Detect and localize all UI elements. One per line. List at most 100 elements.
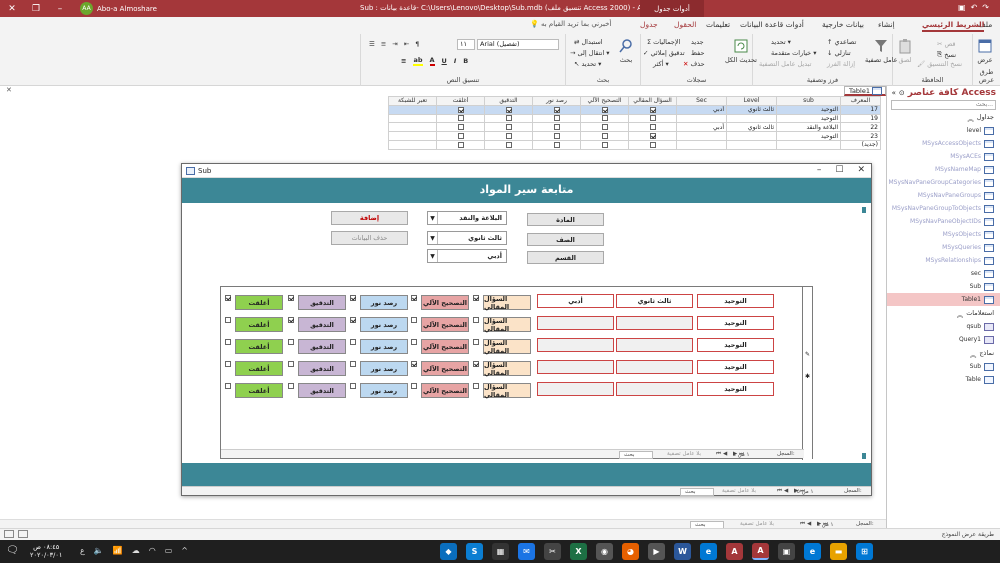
subform-autocorrect-button[interactable]: التصحيح الآلي bbox=[421, 317, 469, 332]
delete-record-button[interactable]: ✕ حذف bbox=[683, 60, 705, 68]
checkbox[interactable] bbox=[649, 106, 656, 113]
table-row[interactable]: (جديد) bbox=[388, 139, 881, 150]
minimize-form-icon[interactable]: – bbox=[817, 165, 822, 175]
find-button[interactable]: بحث bbox=[618, 38, 634, 64]
file-explorer-icon[interactable]: ▬ bbox=[830, 543, 847, 560]
cell-sub[interactable] bbox=[776, 139, 841, 150]
subform-audit-checkbox[interactable] bbox=[288, 361, 294, 367]
cell-level[interactable] bbox=[726, 113, 777, 124]
subform-essay-checkbox[interactable] bbox=[473, 317, 479, 323]
col-noor[interactable]: رصد نور bbox=[532, 96, 581, 106]
more-button[interactable]: أكثر ▾ bbox=[653, 60, 669, 68]
subform-level-field[interactable] bbox=[616, 360, 693, 374]
nav-item[interactable]: Query1 bbox=[887, 333, 1000, 346]
descending-button[interactable]: ↓ تنازلي bbox=[827, 49, 851, 57]
subform-essay-button[interactable]: السؤال المقالي bbox=[483, 339, 531, 355]
nav-item[interactable]: Sub bbox=[887, 360, 1000, 373]
layout-view-icon[interactable] bbox=[18, 530, 28, 538]
checkbox[interactable] bbox=[601, 124, 608, 131]
checkbox[interactable] bbox=[457, 106, 464, 113]
outdent-icon[interactable]: ⇤ bbox=[404, 40, 409, 48]
skype-icon[interactable]: S bbox=[466, 543, 483, 560]
table-row[interactable]: 19 التوحيد bbox=[388, 113, 881, 124]
quick-access-toolbar[interactable]: ▣↶↷ bbox=[958, 3, 994, 12]
nav-item[interactable]: Table1 bbox=[887, 293, 1000, 306]
col-audit[interactable]: التدقيق bbox=[484, 96, 533, 106]
cell-id[interactable]: 22 bbox=[840, 122, 881, 133]
cell-sec[interactable] bbox=[676, 113, 727, 124]
tab-create[interactable]: إنشاء bbox=[878, 20, 895, 29]
subform-autocorrect-button[interactable]: التصحيح الآلي bbox=[421, 295, 469, 310]
subform-essay-checkbox[interactable] bbox=[473, 383, 479, 389]
subform-audit-checkbox[interactable] bbox=[288, 295, 294, 301]
section-combo[interactable]: ▼ أدبي bbox=[427, 249, 507, 263]
form-filter-indicator[interactable]: بلا عامل تصفية bbox=[722, 488, 756, 494]
checkbox[interactable] bbox=[505, 115, 512, 122]
cell-level[interactable]: ثالث ثانوي bbox=[726, 104, 777, 115]
new-record-button[interactable]: جديد bbox=[691, 38, 704, 46]
user-account[interactable]: AA Abo-a Almoshare bbox=[80, 2, 157, 15]
subform-noor-button[interactable]: رصد نور bbox=[360, 361, 408, 376]
edge-icon[interactable]: e bbox=[700, 543, 717, 560]
font-size-select[interactable]: ١١ bbox=[457, 39, 475, 50]
italic-icon[interactable]: I bbox=[454, 57, 456, 65]
subform-sec-field[interactable] bbox=[537, 316, 614, 330]
checkbox[interactable] bbox=[601, 115, 608, 122]
col-id[interactable]: المعرف bbox=[840, 96, 881, 106]
nav-item[interactable]: level bbox=[887, 124, 1000, 137]
cell-level[interactable]: ثالث ثانوي bbox=[726, 122, 777, 133]
toggle-filter-button[interactable]: تبديل عامل التصفية bbox=[759, 60, 811, 68]
cell-level[interactable] bbox=[726, 131, 777, 141]
rtl-icon[interactable]: ¶ bbox=[415, 40, 419, 48]
subform-audit-checkbox[interactable] bbox=[288, 383, 294, 389]
subform-essay-checkbox[interactable] bbox=[473, 361, 479, 367]
numbering-icon[interactable]: ≡ bbox=[381, 40, 386, 48]
subform-sec-field[interactable]: أدبي bbox=[537, 294, 614, 308]
nav-item[interactable]: MSysNavPaneGroups bbox=[887, 189, 1000, 202]
show-hidden-icons[interactable]: ^ bbox=[181, 546, 188, 555]
chevron-down-icon[interactable]: ⊙ bbox=[899, 89, 905, 97]
record-nav-buttons[interactable]: ⏮◀ ١ من ٤ ▶⏭ bbox=[800, 521, 832, 528]
subject-combo[interactable]: ▼ البلاغة والنقد bbox=[427, 211, 507, 225]
ie-icon[interactable]: e bbox=[804, 543, 821, 560]
checkbox[interactable] bbox=[553, 141, 560, 148]
subform-level-field[interactable] bbox=[616, 382, 693, 396]
subform-essay-button[interactable]: السؤال المقالي bbox=[483, 317, 531, 333]
close-document-icon[interactable]: ✕ bbox=[6, 86, 12, 94]
access-active-icon[interactable]: A bbox=[752, 543, 769, 560]
save-record-button[interactable]: حفظ bbox=[691, 49, 704, 57]
checkbox[interactable] bbox=[505, 133, 512, 140]
collapse-pane-icon[interactable]: « bbox=[892, 89, 896, 97]
table-row[interactable]: 22 البلاغة والنقد ثالث ثانوي أدبي bbox=[388, 122, 881, 133]
nav-item[interactable]: sec bbox=[887, 267, 1000, 280]
subform-audit-button[interactable]: التدقيق bbox=[298, 295, 346, 310]
tab-home[interactable]: الشريط الرئيسي bbox=[922, 20, 985, 32]
checkbox[interactable] bbox=[601, 141, 608, 148]
highlight-icon[interactable]: ab bbox=[413, 56, 423, 66]
subform-essay-button[interactable]: السؤال المقالي bbox=[483, 295, 531, 311]
delete-data-button[interactable]: حذف البيانات bbox=[331, 231, 408, 245]
chevron-down-icon[interactable]: ▼ bbox=[428, 212, 438, 224]
subform-closed-button[interactable]: أغلقت bbox=[235, 339, 283, 354]
remove-sort-button[interactable]: إزالة الفرز bbox=[827, 60, 855, 68]
subform-level-field[interactable] bbox=[616, 316, 693, 330]
wifi-icon[interactable]: ◠ bbox=[149, 546, 156, 555]
subform-closed-button[interactable]: أغلقت bbox=[235, 361, 283, 376]
subform-noor-checkbox[interactable] bbox=[350, 339, 356, 345]
nav-search-input[interactable]: بحث... bbox=[891, 100, 996, 110]
bullets-icon[interactable]: ☰ bbox=[369, 40, 375, 48]
table1-datasheet[interactable]: المعرف sub Level Sec السؤال المقالي التص… bbox=[388, 96, 881, 150]
checkbox[interactable] bbox=[649, 124, 656, 131]
font-color-icon[interactable]: A bbox=[429, 56, 435, 66]
subform-sub-field[interactable]: التوحيد bbox=[697, 382, 774, 396]
access-icon[interactable]: A bbox=[726, 543, 743, 560]
align-icon[interactable]: ≡ bbox=[401, 57, 406, 65]
restore-window-icon[interactable]: ❐ bbox=[24, 0, 48, 17]
battery-icon[interactable]: ▭ bbox=[165, 546, 173, 555]
filter-button[interactable]: عامل تصفية bbox=[865, 38, 898, 64]
tab-database-tools[interactable]: أدوات قاعدة البيانات bbox=[740, 20, 804, 29]
tab-help[interactable]: تعليمات bbox=[706, 20, 730, 29]
cell-network[interactable] bbox=[388, 131, 437, 141]
subform-noor-button[interactable]: رصد نور bbox=[360, 339, 408, 354]
subform-sec-field[interactable] bbox=[537, 382, 614, 396]
